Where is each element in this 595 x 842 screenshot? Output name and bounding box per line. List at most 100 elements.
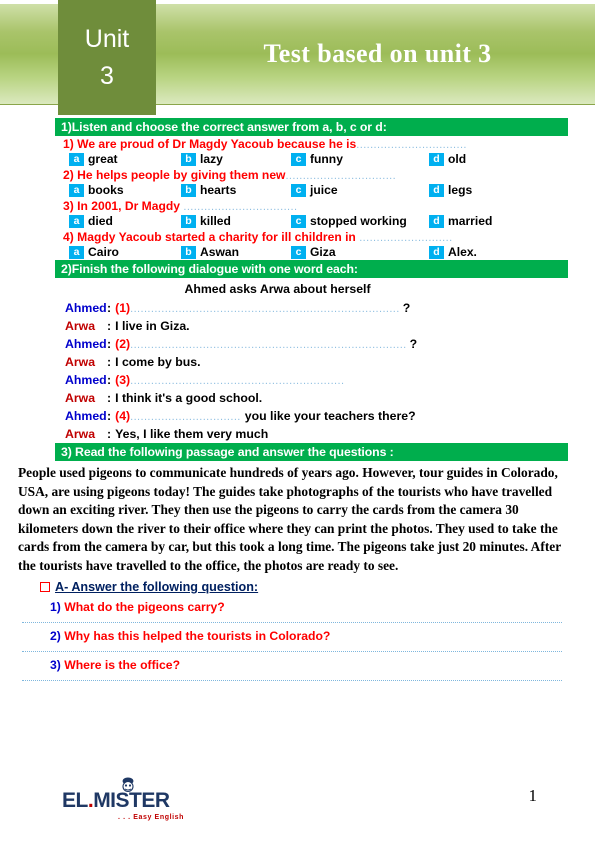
mcq-question: 4) Magdy Yacoub started a charity for il… [55, 229, 585, 244]
dialogue-row: Ahmed: (1)...............................… [55, 299, 585, 317]
answer-question-text: Where is the office? [64, 658, 181, 672]
mcq-question-number: 2) [63, 168, 74, 182]
option-letter-badge: a [69, 214, 84, 228]
dialogue-title: Ahmed asks Arwa about herself [184, 282, 371, 296]
unit-number: 3 [100, 61, 114, 90]
option-text: Giza [310, 245, 336, 259]
mcq-option[interactable]: b killed [181, 214, 291, 228]
dialogue-colon: : [107, 427, 112, 441]
dialogue-colon: : [107, 301, 112, 315]
option-letter-badge: b [181, 214, 196, 228]
option-letter-badge: c [291, 245, 306, 259]
mcq-option[interactable]: d legs [429, 183, 472, 197]
section-3-header: 3) Read the following passage and answer… [55, 443, 568, 461]
mcq-item: 3) In 2001, Dr Magdy ...................… [55, 198, 585, 229]
option-text: old [448, 152, 467, 166]
mcq-option[interactable]: b lazy [181, 152, 291, 166]
option-text: funny [310, 152, 343, 166]
answer-dots[interactable]: ........................................… [130, 339, 407, 351]
dialogue-row: Ahmed: (3)...............................… [55, 371, 585, 389]
option-letter-badge: c [291, 152, 306, 166]
mcq-question-text: Magdy Yacoub started a charity for ill c… [77, 230, 356, 244]
answer-dots[interactable]: ................................ [130, 411, 241, 423]
option-letter-badge: d [429, 214, 444, 228]
answer-question-number: 3) [50, 658, 61, 672]
mcq-question: 2) He helps people by giving them new...… [55, 167, 585, 182]
answer-dots[interactable]: ........................................… [130, 375, 344, 387]
mcq-option[interactable]: c funny [291, 152, 429, 166]
mcq-question-number: 1) [63, 137, 74, 151]
mcq-option[interactable]: a Cairo [69, 245, 181, 259]
mcq-option[interactable]: c juice [291, 183, 429, 197]
page-number: 1 [528, 786, 538, 805]
option-text: Aswan [200, 245, 239, 259]
mcq-option[interactable]: d married [429, 214, 492, 228]
option-letter-badge: b [181, 152, 196, 166]
dialogue-speaker: Ahmed [65, 337, 107, 351]
answer-dots[interactable]: ........................................… [130, 303, 400, 315]
option-letter-badge: a [69, 183, 84, 197]
option-text: Alex. [448, 245, 477, 259]
option-letter-badge: b [181, 245, 196, 259]
answer-write-line[interactable] [22, 680, 562, 681]
mcq-option[interactable]: d Alex. [429, 245, 477, 259]
answer-question: 1) What do the pigeons carry? [40, 594, 565, 618]
question-mark: ? [402, 301, 411, 315]
page-footer: EL.MISTER . . . Easy English 1 [0, 774, 595, 834]
dialogue-row: Arwa: Yes, I like them very much [55, 425, 585, 443]
option-text: died [88, 214, 113, 228]
mcq-question-text: We are proud of Dr Magdy Yacoub because … [77, 137, 357, 151]
answer-question-number: 1) [50, 600, 61, 614]
option-text: books [88, 183, 124, 197]
mcq-options: a great b lazy c funny d old [55, 151, 585, 167]
dialogue-speaker: Arwa [65, 355, 96, 369]
question-mark: ? [409, 337, 418, 351]
dialogue-speaker: Ahmed [65, 373, 107, 387]
option-text: Cairo [88, 245, 119, 259]
brand-logo-text: EL.MISTER [62, 780, 252, 811]
mcq-option[interactable]: b Aswan [181, 245, 291, 259]
dialogue-row: Arwa: I live in Giza. [55, 317, 585, 335]
mcq-option[interactable]: c Giza [291, 245, 429, 259]
mcq-option[interactable]: d old [429, 152, 466, 166]
mcq-option[interactable]: a books [69, 183, 181, 197]
option-text: killed [200, 214, 231, 228]
brand-tagline: . . . Easy English [118, 814, 185, 821]
mcq-question: 3) In 2001, Dr Magdy ...................… [55, 198, 585, 213]
mcq-option[interactable]: a died [69, 214, 181, 228]
option-letter-badge: d [429, 245, 444, 259]
mascot-face-icon [122, 777, 134, 793]
answer-dots: ................................. [183, 201, 298, 213]
option-letter-badge: a [69, 245, 84, 259]
answer-questions-heading: A- Answer the following question: [40, 580, 595, 594]
mcq-option[interactable]: c stopped working [291, 214, 429, 228]
blank-number: (1) [115, 301, 131, 315]
reading-passage: People used pigeons to communicate hundr… [18, 465, 561, 573]
answer-question: 3) Where is the office? [40, 652, 565, 676]
dialogue-list: Ahmed: (1)...............................… [55, 299, 585, 443]
option-letter-badge: c [291, 183, 306, 197]
dialogue-colon: : [107, 355, 112, 369]
unit-badge: Unit 3 [58, 0, 156, 115]
mcq-options: a died b killed c stopped working d married [55, 213, 585, 229]
section-2-header: 2)Finish the following dialogue with one… [55, 260, 568, 278]
dialogue-speaker: Ahmed [65, 301, 107, 315]
mcq-options: a books b hearts c juice d legs [55, 182, 585, 198]
page-title: Test based on unit 3 [263, 39, 492, 68]
dialogue-colon: : [107, 391, 112, 405]
option-letter-badge: c [291, 214, 306, 228]
answer-dots: ................................ [285, 170, 397, 182]
page-header: Test based on unit 3 Unit 3 [0, 0, 595, 118]
mcq-item: 4) Magdy Yacoub started a charity for il… [55, 229, 585, 260]
dialogue-speaker: Arwa [65, 319, 96, 333]
dialogue-line: Yes, I like them very much [115, 427, 269, 441]
dialogue-colon: : [107, 373, 112, 387]
option-letter-badge: d [429, 183, 444, 197]
mcq-option[interactable]: a great [69, 152, 181, 166]
mcq-option[interactable]: b hearts [181, 183, 291, 197]
option-text: lazy [200, 152, 223, 166]
dialogue-line: I come by bus. [115, 355, 201, 369]
dialogue-speaker: Ahmed [65, 409, 107, 423]
dialogue-line-tail: you like your teachers there? [244, 409, 416, 423]
worksheet-body: 1)Listen and choose the correct answer f… [0, 118, 595, 681]
